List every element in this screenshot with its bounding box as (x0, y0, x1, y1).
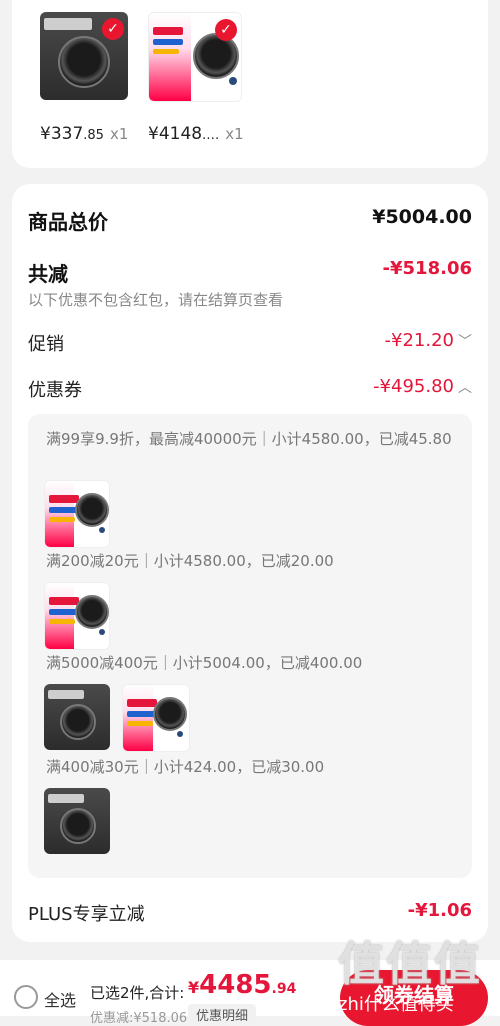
watch-image (193, 33, 239, 79)
item-price-2: ¥4148.… x1 (148, 124, 244, 144)
coupon-2-product-thumb (44, 582, 110, 650)
product-thumb-watch-promo[interactable]: ✓ (148, 12, 242, 102)
watch-image (153, 697, 187, 731)
plus-label: PLUS专享立减 (28, 904, 145, 925)
coupon-1-product-thumb (44, 480, 110, 548)
watch-image (58, 36, 110, 88)
select-all-radio[interactable] (14, 985, 38, 1009)
discount-note: 以下优惠不包含红包，请在结算页查看 (28, 291, 284, 309)
check-icon[interactable]: ✓ (215, 19, 237, 41)
promo-row[interactable]: 促销 -¥21.20 ﹀ (28, 330, 472, 356)
checkout-button[interactable]: 领券结算 (340, 970, 488, 1026)
discount-value: -¥518.06 (382, 258, 472, 279)
tag-chip (48, 794, 84, 803)
coupon-1-text: 满99享9.9折，最高减40000元｜小计4580.00，已减45.80 (46, 430, 452, 448)
total-price-row: 商品总价 ¥5004.00 (28, 206, 472, 235)
promo-banner (45, 583, 79, 649)
earbud-image (177, 731, 183, 737)
item-price-1: ¥337.85 x1 (40, 124, 129, 144)
coupon-3-product-thumb-promo (122, 684, 190, 752)
promo-value: -¥21.20 (384, 330, 454, 351)
coupon-details-panel: 满99享9.9折，最高减40000元｜小计4580.00，已减45.80 满20… (28, 414, 472, 878)
discount-detail-button[interactable]: 优惠明细 (188, 1004, 257, 1025)
promo-value-wrap: -¥21.20 ﹀ (385, 330, 472, 351)
savings-text: 优惠减:¥518.06 (90, 1011, 188, 1026)
total-value: ¥5004.00 (372, 206, 472, 228)
coupon-4-text: 满400减30元｜小计424.00，已减30.00 (46, 758, 325, 776)
watch-image (60, 808, 96, 844)
product-thumb-watch-gray[interactable]: ✓ (40, 12, 128, 100)
tag-chip (48, 690, 84, 699)
discount-row: 共减 -¥518.06 (28, 258, 472, 287)
plus-value: -¥1.06 (407, 900, 472, 921)
coupon-label: 优惠券 (28, 380, 82, 401)
coupon-3-product-thumb-gray (44, 684, 110, 750)
coupon-value: -¥495.80 (373, 376, 454, 397)
promo-banner (149, 13, 192, 101)
coupon-2-text: 满200减20元｜小计4580.00，已减20.00 (46, 552, 334, 570)
chevron-up-icon[interactable]: ︿ (458, 380, 472, 396)
watch-image (75, 595, 109, 629)
watch-image (75, 493, 109, 527)
checkout-bar: 全选 已选2件,合计: ¥4485.94 优惠减:¥518.06 优惠明细 领券… (0, 960, 500, 1026)
chevron-down-icon[interactable]: ﹀ (458, 334, 472, 350)
promo-banner (45, 481, 79, 547)
coupon-4-product-thumb-gray (44, 788, 110, 854)
watch-image (60, 704, 96, 740)
earbud-image (99, 629, 105, 635)
select-all-label[interactable]: 全选 (44, 987, 76, 1011)
promo-banner (123, 685, 157, 751)
total-label: 商品总价 (28, 210, 108, 234)
cart-items-card: ✓ ✓ ¥337.85 x1 ¥4148.… x1 (12, 0, 488, 168)
coupon-3-text: 满5000减400元｜小计5004.00，已减400.00 (46, 654, 363, 672)
discount-label: 共减 (28, 262, 68, 286)
total-amount: ¥4485.94 (188, 970, 297, 1000)
coupon-value-wrap: -¥495.80 ︿ (373, 376, 472, 397)
earbud-image (229, 77, 237, 85)
promo-label: 促销 (28, 334, 64, 355)
check-icon[interactable]: ✓ (102, 18, 124, 40)
earbud-image (99, 527, 105, 533)
selected-count: 已选2件,合计: (90, 984, 185, 1002)
plus-discount-row: PLUS专享立减 -¥1.06 (28, 900, 472, 926)
coupon-row[interactable]: 优惠券 -¥495.80 ︿ (28, 376, 472, 402)
tag-chip (44, 18, 92, 30)
